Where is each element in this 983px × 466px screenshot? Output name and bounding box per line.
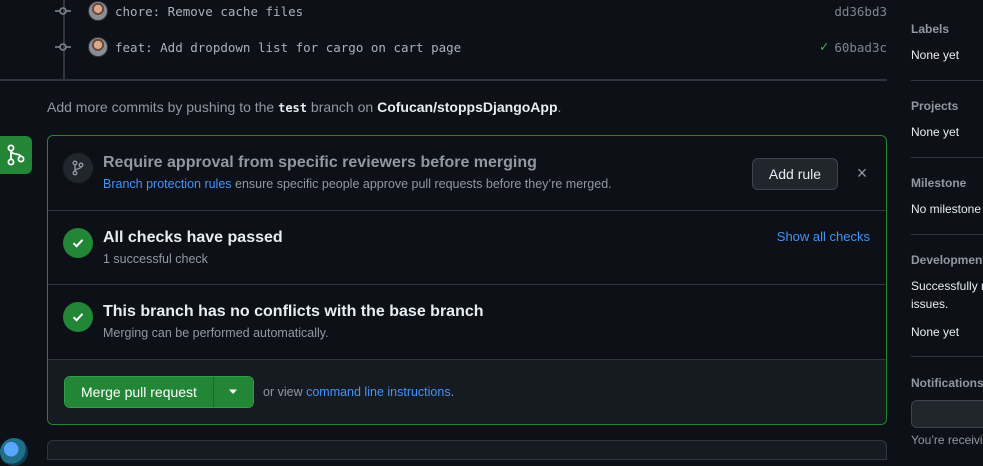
- commit-sha-link[interactable]: ✓ 60bad3c: [820, 39, 887, 55]
- sidebar-milestone-value: No milestone: [911, 202, 982, 216]
- merge-method-dropdown[interactable]: [212, 377, 253, 407]
- add-rule-button[interactable]: Add rule: [752, 158, 838, 190]
- check-circle-icon: [63, 302, 93, 332]
- sidebar-divider: [911, 157, 983, 158]
- protection-description: Branch protection rules ensure specific …: [103, 177, 612, 191]
- sidebar-labels-value: None yet: [911, 48, 960, 62]
- close-icon[interactable]: ×: [852, 163, 872, 183]
- checks-section: All checks have passed 1 successful chec…: [48, 211, 886, 285]
- merge-pull-request-button[interactable]: Merge pull request: [65, 377, 213, 407]
- branch-name: test: [278, 101, 308, 115]
- commit-node-icon: [55, 39, 71, 55]
- push-note-suffix: .: [557, 99, 562, 115]
- commit-message-link[interactable]: feat: Add dropdown list for cargo on car…: [115, 40, 461, 55]
- push-note-prefix: Add more commits by pushing to the: [47, 99, 279, 115]
- git-merge-icon: [0, 136, 32, 174]
- or-view-suffix: .: [450, 385, 455, 399]
- push-note: Add more commits by pushing to the test …: [47, 99, 561, 115]
- or-view-prefix: or view: [263, 385, 307, 399]
- commit-message-link[interactable]: chore: Remove cache files: [115, 4, 303, 19]
- branch-protection-section: Require approval from specific reviewers…: [48, 136, 886, 211]
- commit-sha[interactable]: 60bad3c: [834, 40, 887, 55]
- protection-title: Require approval from specific reviewers…: [103, 154, 537, 171]
- timeline-end-divider: [0, 79, 887, 81]
- merge-actions: Merge pull request or view command line …: [48, 360, 886, 424]
- check-circle-icon: [63, 228, 93, 258]
- checks-title: All checks have passed: [103, 229, 283, 246]
- notifications-status: You’re receivin: [911, 433, 983, 447]
- branch-protection-rules-link[interactable]: Branch protection rules: [103, 177, 232, 191]
- protection-desc-text: ensure specific people approve pull requ…: [231, 177, 612, 191]
- avatar[interactable]: [0, 438, 28, 466]
- commit-sha[interactable]: dd36bd3: [834, 4, 887, 19]
- conflicts-title: This branch has no conflicts with the ba…: [103, 303, 484, 320]
- command-line-instructions-link[interactable]: command line instructions: [306, 385, 451, 399]
- sidebar-projects-heading[interactable]: Projects: [911, 99, 958, 113]
- sidebar-development-heading[interactable]: Development: [911, 253, 983, 267]
- subscribe-button[interactable]: [911, 400, 983, 428]
- commit-sha-link[interactable]: dd36bd3: [834, 4, 887, 19]
- commit-node-icon: [55, 3, 71, 19]
- repo-link[interactable]: Cofucan/stoppsDjangoApp: [377, 99, 557, 115]
- comment-box: [47, 440, 887, 460]
- checks-subtitle: 1 successful check: [103, 252, 208, 266]
- sidebar-projects-value: None yet: [911, 125, 960, 139]
- sidebar-development-line1: Successfully r: [911, 279, 983, 293]
- conflicts-section: This branch has no conflicts with the ba…: [48, 285, 886, 360]
- merge-button-group: Merge pull request: [64, 376, 254, 408]
- sidebar-divider: [911, 80, 983, 81]
- or-view-text: or view command line instructions.: [263, 385, 454, 399]
- sidebar-labels-heading[interactable]: Labels: [911, 22, 949, 36]
- show-all-checks-link[interactable]: Show all checks: [777, 229, 870, 244]
- sidebar-divider: [911, 356, 983, 357]
- merge-box: Require approval from specific reviewers…: [47, 135, 887, 425]
- sidebar-divider: [911, 234, 983, 235]
- avatar[interactable]: [88, 37, 108, 57]
- sidebar-development-line2: issues.: [911, 297, 949, 311]
- git-branch-icon: [63, 153, 93, 183]
- sidebar-development-value: None yet: [911, 325, 960, 339]
- check-icon[interactable]: ✓: [820, 39, 828, 55]
- triangle-down-icon: [229, 389, 238, 394]
- conflicts-subtitle: Merging can be performed automatically.: [103, 326, 329, 340]
- push-note-middle: branch on: [307, 99, 378, 115]
- sidebar-notifications-heading: Notifications: [911, 376, 983, 390]
- commit-row: feat: Add dropdown list for cargo on car…: [55, 36, 887, 58]
- commit-row: chore: Remove cache files dd36bd3: [55, 0, 887, 22]
- sidebar-milestone-heading[interactable]: Milestone: [911, 176, 966, 190]
- avatar[interactable]: [88, 1, 108, 21]
